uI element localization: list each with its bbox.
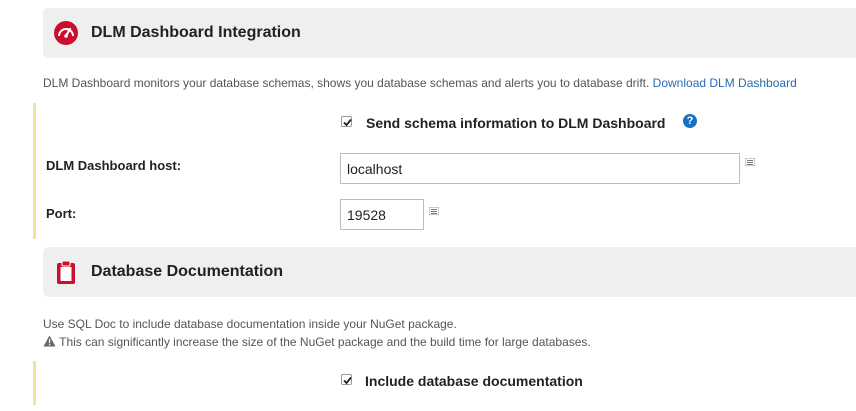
dlm-section-header: DLM Dashboard Integration [43, 8, 856, 58]
list-icon[interactable] [429, 207, 439, 215]
clipboard-icon [57, 260, 75, 284]
docs-section-accent-line [33, 361, 36, 405]
download-dlm-dashboard-link[interactable]: Download DLM Dashboard [653, 76, 797, 90]
docs-section-header: Database Documentation [43, 247, 856, 297]
include-docs-label: Include database documentation [365, 373, 583, 389]
dlm-description-text: DLM Dashboard monitors your database sch… [43, 76, 650, 90]
dlm-section-accent-line [33, 103, 36, 239]
dlm-description: DLM Dashboard monitors your database sch… [43, 76, 797, 90]
dlm-section-title: DLM Dashboard Integration [91, 24, 301, 41]
dlm-host-label: DLM Dashboard host: [46, 158, 182, 173]
include-docs-checkbox[interactable] [341, 374, 352, 385]
send-schema-checkbox[interactable] [341, 116, 352, 127]
port-label: Port: [46, 206, 77, 221]
docs-description: Use SQL Doc to include database document… [43, 317, 457, 331]
list-icon[interactable] [745, 158, 755, 166]
check-icon [343, 376, 352, 385]
send-schema-label: Send schema information to DLM Dashboard [366, 115, 666, 131]
docs-warning: This can significantly increase the size… [43, 335, 591, 349]
port-input[interactable] [340, 199, 424, 230]
docs-warning-text: This can significantly increase the size… [59, 335, 591, 349]
check-icon [343, 118, 352, 127]
speedometer-icon [54, 21, 78, 45]
dlm-host-input[interactable] [340, 153, 740, 184]
docs-section-title: Database Documentation [91, 263, 284, 280]
help-icon[interactable]: ? [683, 114, 697, 128]
warning-icon [43, 335, 56, 347]
